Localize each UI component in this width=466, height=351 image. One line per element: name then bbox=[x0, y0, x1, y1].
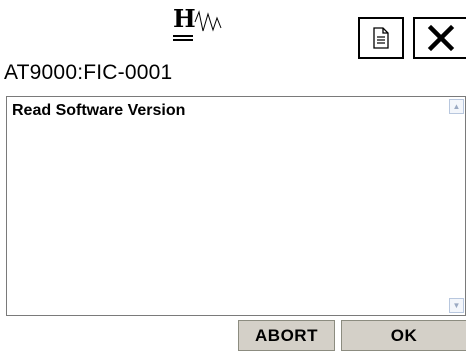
vertical-scrollbar[interactable]: ▲ ▼ bbox=[448, 97, 465, 315]
message-text: Read Software Version bbox=[12, 102, 186, 119]
logo-underline-bottom bbox=[173, 39, 193, 41]
close-icon bbox=[427, 24, 454, 52]
logo-letter: H bbox=[173, 4, 196, 33]
message-panel: Read Software Version ▲ ▼ bbox=[6, 96, 466, 316]
logo-wave-icon bbox=[194, 10, 222, 32]
close-button[interactable] bbox=[413, 17, 466, 59]
hw-logo-icon: H bbox=[173, 4, 229, 41]
device-id-label: AT9000:FIC-0001 bbox=[4, 61, 173, 84]
abort-button[interactable]: ABORT bbox=[238, 320, 335, 351]
scroll-up-arrow-icon[interactable]: ▲ bbox=[449, 99, 464, 114]
document-icon bbox=[373, 27, 389, 49]
scroll-down-arrow-icon[interactable]: ▼ bbox=[449, 298, 464, 313]
logo-underline-top bbox=[173, 35, 193, 37]
ok-button[interactable]: OK bbox=[341, 320, 466, 351]
document-button[interactable] bbox=[358, 17, 404, 59]
app-window: H AT9000:FIC-0001 Read Software Version … bbox=[0, 0, 466, 351]
